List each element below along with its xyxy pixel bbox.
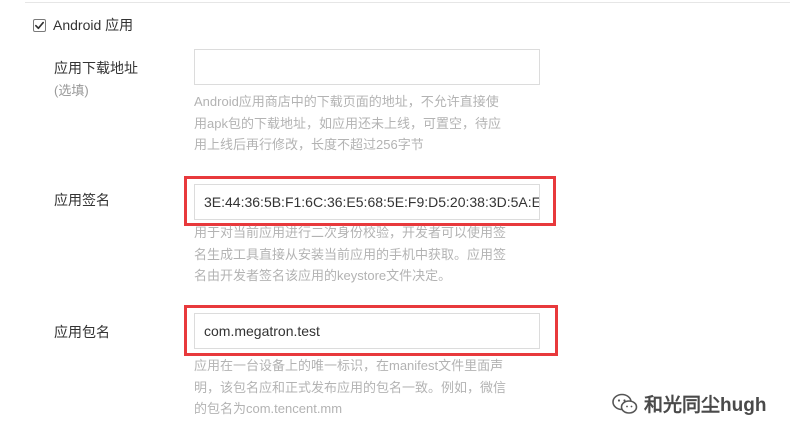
signature-hint: 用于对当前应用进行二次身份校验，开发者可以使用签 名生成工具直接从安装当前应用的… <box>194 222 544 287</box>
download-url-optional-label: (选填) <box>54 83 89 98</box>
hint-line: 应用在一台设备上的唯一标识，在manifest文件里面声 <box>194 358 504 373</box>
wechat-icon <box>612 393 638 414</box>
package-name-highlight-box <box>184 305 558 356</box>
signature-label: 应用签名 <box>54 192 110 208</box>
top-divider <box>25 2 790 3</box>
hint-line: 用上线后再行修改，长度不超过256字节 <box>194 137 424 152</box>
hint-line: 名生成工具直接从安装当前应用的手机中获取。应用签 <box>194 246 507 262</box>
hint-line: 用于对当前应用进行二次身份校验，开发者可以使用签 <box>194 225 507 240</box>
checkmark-icon <box>35 21 44 29</box>
android-app-checkbox[interactable] <box>33 18 46 32</box>
download-url-input[interactable] <box>194 49 540 85</box>
hint-line: 明，该包名应和正式发布应用的包名一致。例如，微信 <box>194 379 507 395</box>
watermark: 和光同尘hugh <box>612 390 766 417</box>
package-name-label: 应用包名 <box>54 324 110 340</box>
download-url-hint: Android应用商店中的下载页面的地址，不允许直接使 用apk包的下载地址，如… <box>194 91 544 156</box>
download-url-label: 应用下载地址 <box>54 60 138 76</box>
hint-line: 用apk包的下载地址，如应用还未上线，可置空，待应 <box>194 115 501 131</box>
android-app-label: Android 应用 <box>53 17 134 33</box>
hint-line: Android应用商店中的下载页面的地址，不允许直接使 <box>194 94 499 109</box>
signature-highlight-box <box>184 176 556 226</box>
android-app-toggle[interactable]: Android 应用 <box>33 15 133 35</box>
hint-line: 的包名为com.tencent.mm <box>194 401 343 416</box>
watermark-text: 和光同尘hugh <box>644 395 767 416</box>
hint-line: 名由开发者签名该应用的keystore文件决定。 <box>194 268 452 283</box>
package-name-hint: 应用在一台设备上的唯一标识，在manifest文件里面声 明，该包名应和正式发布… <box>194 355 544 420</box>
